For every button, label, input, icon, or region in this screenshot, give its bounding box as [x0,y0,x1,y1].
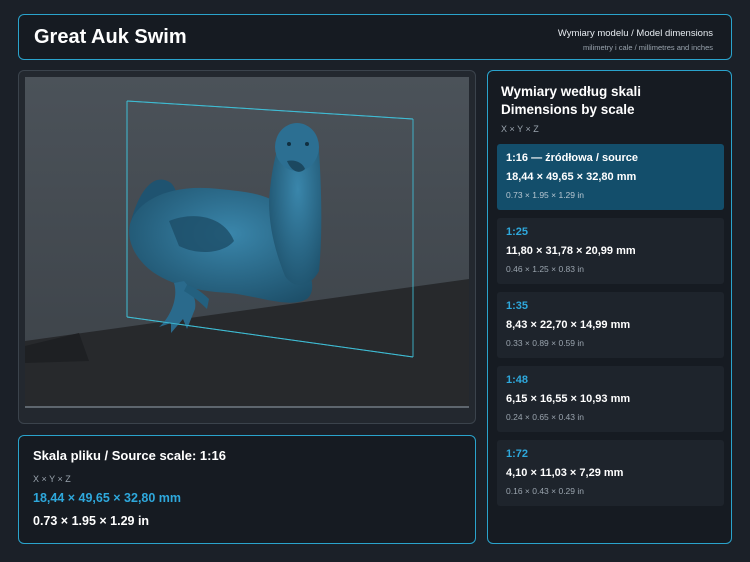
scale-mm: 11,80 × 31,78 × 20,99 mm [506,245,636,257]
scale-inches: 0.24 × 0.65 × 0.43 in [506,412,584,422]
scale-card-1-16[interactable]: 1:16 — źródłowa / source 18,44 × 49,65 ×… [497,144,724,210]
model-viewport[interactable] [18,70,476,424]
source-scale-panel: Skala pliku / Source scale: 1:16 X × Y ×… [18,435,476,544]
scales-axes-label: X × Y × Z [501,124,539,134]
viewport-canvas[interactable] [19,71,476,424]
scale-card-1-25[interactable]: 1:25 11,80 × 31,78 × 20,99 mm 0.46 × 1.2… [497,218,724,284]
scale-inches: 0.73 × 1.95 × 1.29 in [506,190,584,200]
scale-inches: 0.33 × 0.89 × 0.59 in [506,338,584,348]
scale-label: 1:35 [506,300,529,312]
source-mm-dimensions: 18,44 × 49,65 × 32,80 mm [33,491,182,505]
scales-heading-pl: Wymiary według skali [501,84,642,99]
scale-mm: 6,15 × 16,55 × 10,93 mm [506,393,631,405]
scales-panel: Wymiary według skali Dimensions by scale… [487,70,732,544]
scales-heading-en: Dimensions by scale [501,102,635,117]
scale-inches: 0.46 × 1.25 × 0.83 in [506,264,584,274]
scale-inches: 0.16 × 0.43 × 0.29 in [506,486,584,496]
source-inch-dimensions: 0.73 × 1.95 × 1.29 in [33,514,150,528]
scale-mm: 4,10 × 11,03 × 7,29 mm [506,467,624,479]
scale-card-1-35[interactable]: 1:35 8,43 × 22,70 × 14,99 mm 0.33 × 0.89… [497,292,724,358]
scale-label: 1:16 — źródłowa / source [506,152,639,164]
header-units-note: milimetry i cale / millimetres and inche… [582,43,713,52]
scale-label: 1:72 [506,448,529,460]
scale-mm: 8,43 × 22,70 × 14,99 mm [506,319,631,331]
scale-card-1-72[interactable]: 1:72 4,10 × 11,03 × 7,29 mm 0.16 × 0.43 … [497,440,724,506]
scale-card-1-48[interactable]: 1:48 6,15 × 16,55 × 10,93 mm 0.24 × 0.65… [497,366,724,432]
header-bar: Great Auk Swim Wymiary modelu / Model di… [18,14,732,60]
scale-label: 1:48 [506,374,529,386]
header-subtitle: Wymiary modelu / Model dimensions [557,28,713,39]
scale-mm: 18,44 × 49,65 × 32,80 mm [506,171,637,183]
scale-label: 1:25 [506,226,529,238]
source-axes-label: X × Y × Z [33,474,71,484]
source-scale-heading: Skala pliku / Source scale: 1:16 [33,448,226,463]
page-title: Great Auk Swim [34,26,187,48]
